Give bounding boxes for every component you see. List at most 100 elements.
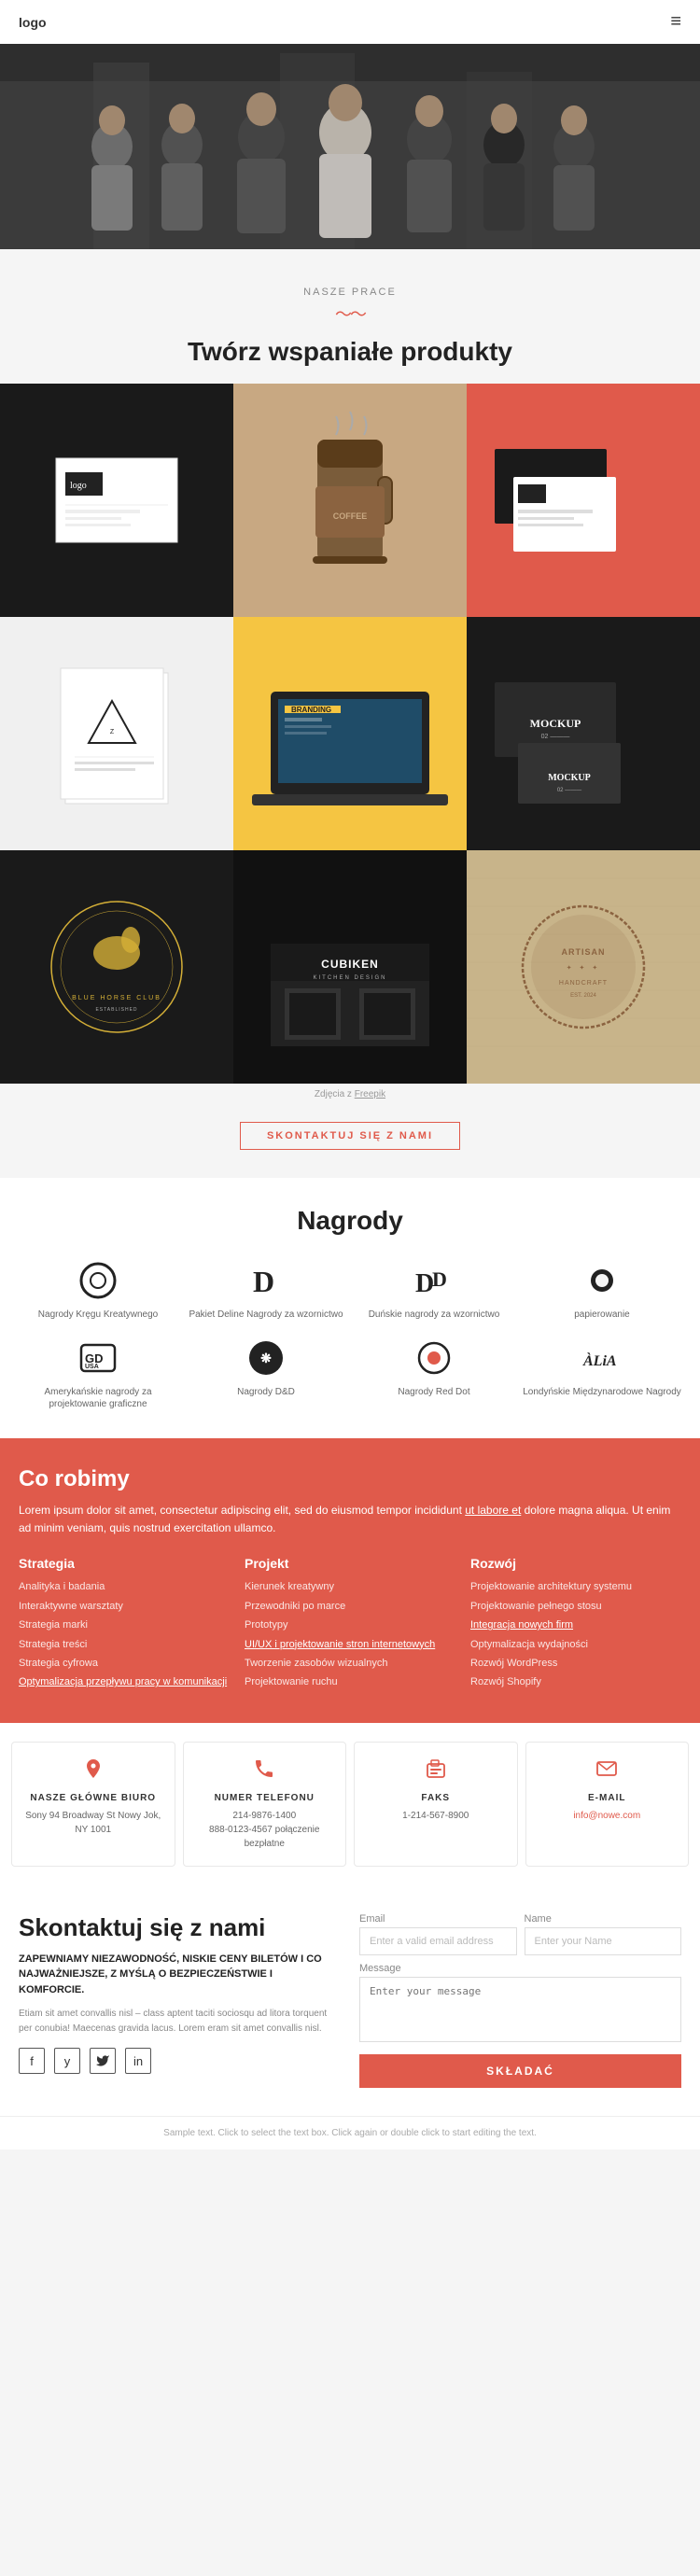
- svg-text:MOCKUP: MOCKUP: [548, 773, 591, 783]
- award-label-2: Pakiet Deline Nagrody za wzornictwo: [189, 1309, 343, 1321]
- portfolio-item-5[interactable]: BRANDING: [233, 617, 467, 850]
- message-textarea[interactable]: [359, 1977, 681, 2042]
- email-title: E-MAIL: [536, 1793, 679, 1803]
- co-robimy-title: Co robimy: [19, 1466, 681, 1492]
- strategia-item-1: Analityka i badania: [19, 1580, 230, 1594]
- award-item-7: Nagrody Red Dot: [355, 1336, 513, 1410]
- awards-section: Nagrody Nagrody Kręgu Kreatywnego D Paki…: [0, 1178, 700, 1438]
- email-input[interactable]: [359, 1927, 517, 1955]
- rozwoj-item-3[interactable]: Integracja nowych firm: [470, 1618, 681, 1632]
- phone-icon: [193, 1757, 337, 1785]
- contact-button-wrap: SKONTAKTUJ SIĘ Z NAMI: [0, 1122, 700, 1150]
- award-item-4: papierowanie: [523, 1258, 681, 1321]
- footer-note: Sample text. Click to select the text bo…: [0, 2116, 700, 2149]
- social-icons: f y in: [19, 2048, 341, 2074]
- award-label-4: papierowanie: [574, 1309, 630, 1321]
- award-icon-4: [580, 1258, 624, 1303]
- award-icon-6: ❋: [244, 1336, 288, 1380]
- strategia-item-5: Strategia cyfrowa: [19, 1657, 230, 1671]
- award-icon-2: D: [244, 1258, 288, 1303]
- awards-title: Nagrody: [19, 1206, 681, 1236]
- svg-text:D: D: [432, 1267, 447, 1291]
- photo-credit: Zdjęcia z Freepik: [0, 1084, 700, 1105]
- strategia-item-2: Interaktywne warsztaty: [19, 1600, 230, 1614]
- portfolio-item-7[interactable]: BLUE HORSE CLUB ESTABLISHED: [0, 850, 233, 1084]
- projekt-item-3: Prototypy: [245, 1618, 455, 1632]
- skontaktuj-title: Skontaktuj się z nami: [19, 1913, 341, 1942]
- projekt-item-4[interactable]: UI/UX i projektowanie stron internetowyc…: [245, 1638, 455, 1652]
- projekt-item-6: Projektowanie ruchu: [245, 1675, 455, 1689]
- award-item-6: ❋ Nagrody D&D: [187, 1336, 345, 1410]
- email-text: info@nowe.com: [536, 1809, 679, 1823]
- linkedin-icon[interactable]: in: [125, 2048, 151, 2074]
- portfolio-item-8[interactable]: CUBIKEN KITCHEN DESIGN: [233, 850, 467, 1084]
- co-robimy-link[interactable]: ut labore et: [465, 1504, 521, 1517]
- contact-card-faks: FAKS 1-214-567-8900: [354, 1742, 518, 1867]
- contact-button[interactable]: SKONTAKTUJ SIĘ Z NAMI: [240, 1122, 460, 1150]
- rozwoj-item-6: Rozwój Shopify: [470, 1675, 681, 1689]
- portfolio-item-4[interactable]: Z: [0, 617, 233, 850]
- youtube-icon[interactable]: y: [54, 2048, 80, 2074]
- skontaktuj-para: Etiam sit amet convallis nisl – class ap…: [19, 2007, 341, 2037]
- email-field-wrap: Email: [359, 1913, 517, 1955]
- contact-card-email: E-MAIL info@nowe.com: [525, 1742, 690, 1867]
- strategia-item-4: Strategia treści: [19, 1638, 230, 1652]
- co-robimy-section: Co robimy Lorem ipsum dolor sit amet, co…: [0, 1438, 700, 1723]
- twitter-icon[interactable]: [90, 2048, 116, 2074]
- award-item-3: D D Duńskie nagrody za wzornictwo: [355, 1258, 513, 1321]
- svg-text:ÀLiA: ÀLiA: [582, 1351, 617, 1369]
- svg-text:Z: Z: [110, 729, 115, 735]
- name-input[interactable]: [525, 1927, 682, 1955]
- col-strategia-title: Strategia: [19, 1556, 230, 1571]
- svg-text:CUBIKEN: CUBIKEN: [321, 958, 379, 971]
- hamburger-icon[interactable]: ≡: [670, 11, 681, 33]
- strategia-item-6[interactable]: Optymalizacja przepływu pracy w komunika…: [19, 1675, 230, 1689]
- svg-text:KITCHEN DESIGN: KITCHEN DESIGN: [313, 975, 386, 981]
- co-col-projekt: Projekt Kierunek kreatywny Przewodniki p…: [245, 1556, 455, 1694]
- award-item-2: D Pakiet Deline Nagrody za wzornictwo: [187, 1258, 345, 1321]
- svg-text:D: D: [253, 1265, 274, 1298]
- contact-cards-section: NASZE GŁÓWNE BIURO Sony 94 Broadway St N…: [0, 1723, 700, 1885]
- award-label-3: Duńskie nagrody za wzornictwo: [369, 1309, 500, 1321]
- svg-text:logo: logo: [70, 481, 87, 491]
- contact-card-telefon: NUMER TELEFONU 214-9876-1400888-0123-456…: [183, 1742, 347, 1867]
- award-icon-1: [76, 1258, 120, 1303]
- award-icon-8: ÀLiA: [580, 1336, 624, 1380]
- skontaktuj-bold: ZAPEWNIAMY NIEZAWODNOŚĆ, NISKIE CENY BIL…: [19, 1952, 341, 1998]
- submit-button[interactable]: SKŁADAĆ: [359, 2054, 681, 2088]
- header: logo ≡: [0, 0, 700, 44]
- award-label-7: Nagrody Red Dot: [398, 1386, 469, 1398]
- svg-text:02 ———: 02 ———: [541, 734, 570, 740]
- portfolio-item-2[interactable]: COFFEE: [233, 384, 467, 617]
- award-label-1: Nagrody Kręgu Kreatywnego: [38, 1309, 158, 1321]
- projekt-item-2: Przewodniki po marce: [245, 1600, 455, 1614]
- skontaktuj-section: Skontaktuj się z nami ZAPEWNIAMY NIEZAWO…: [0, 1885, 700, 2116]
- rozwoj-item-5: Rozwój WordPress: [470, 1657, 681, 1671]
- section-label: NASZE PRACE: [0, 287, 700, 298]
- svg-text:ESTABLISHED: ESTABLISHED: [95, 1007, 137, 1013]
- message-label: Message: [359, 1963, 681, 1974]
- svg-text:❋: ❋: [260, 1351, 272, 1365]
- col-projekt-title: Projekt: [245, 1556, 455, 1571]
- svg-text:02 ———: 02 ———: [557, 788, 581, 793]
- portfolio-item-3[interactable]: [467, 384, 700, 617]
- location-icon: [21, 1757, 165, 1785]
- projekt-item-5: Tworzenie zasobów wizualnych: [245, 1657, 455, 1671]
- svg-text:BRANDING: BRANDING: [291, 706, 331, 714]
- portfolio-grid: logo COFFEE: [0, 384, 700, 1084]
- email-label: Email: [359, 1913, 517, 1925]
- portfolio-item-6[interactable]: MOCKUP 02 ——— MOCKUP 02 ———: [467, 617, 700, 850]
- portfolio-item-1[interactable]: logo: [0, 384, 233, 617]
- facebook-icon[interactable]: f: [19, 2048, 45, 2074]
- rozwoj-item-2: Projektowanie pełnego stosu: [470, 1600, 681, 1614]
- biuro-text: Sony 94 Broadway St Nowy Jok, NY 1001: [21, 1809, 165, 1837]
- fax-icon: [364, 1757, 508, 1785]
- co-robimy-description: Lorem ipsum dolor sit amet, consectetur …: [19, 1502, 681, 1537]
- co-robimy-columns: Strategia Analityka i badania Interaktyw…: [19, 1556, 681, 1694]
- svg-text:EST. 2024: EST. 2024: [570, 993, 596, 999]
- contact-form: Email Name Message SKŁADAĆ: [359, 1913, 681, 2088]
- award-item-8: ÀLiA Londyńskie Międzynarodowe Nagrody: [523, 1336, 681, 1410]
- projekt-item-1: Kierunek kreatywny: [245, 1580, 455, 1594]
- award-icon-7: [412, 1336, 456, 1380]
- portfolio-item-9[interactable]: ARTISAN ✦ ✦ ✦ HANDCRAFT EST. 2024: [467, 850, 700, 1084]
